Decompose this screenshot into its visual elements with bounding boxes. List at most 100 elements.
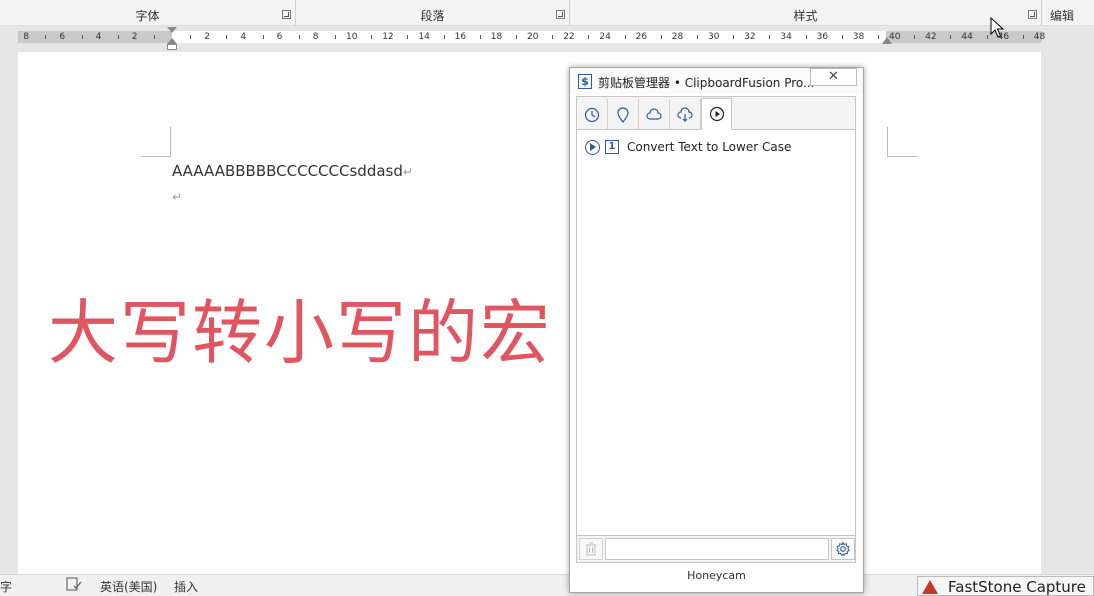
ruler-number: 44 [961, 32, 973, 42]
margin-corner-left [141, 127, 171, 157]
right-indent-marker[interactable] [882, 37, 892, 44]
document-page[interactable]: AAAAABBBBBCCCCCCCsddasd↵ ↵ 大写转小写的宏 [18, 52, 1041, 574]
play-icon [709, 106, 724, 122]
ruler-number: 16 [454, 32, 467, 42]
ruler-tick [479, 35, 481, 39]
ribbon-group-font-label: 字体 [135, 9, 160, 23]
tab-cloud-sync[interactable] [670, 99, 701, 130]
ribbon-group-styles-label: 样式 [793, 9, 818, 23]
ruler-number: 48 [1033, 32, 1046, 42]
cf-tab-bar [577, 97, 855, 130]
paragraph-dialog-launcher-icon[interactable] [556, 10, 565, 19]
first-line-indent-marker[interactable] [167, 27, 177, 33]
ruler-number: 26 [635, 32, 648, 42]
clipboardfusion-logo-icon: $ [578, 74, 592, 89]
tab-cloud[interactable] [639, 99, 670, 130]
ribbon-group-font: 字体 [0, 0, 296, 26]
ribbon-group-paragraph: 段落 [296, 0, 570, 26]
styles-dialog-launcher-icon[interactable] [1028, 10, 1037, 19]
ruler-tick [986, 35, 988, 39]
cf-window-title: 剪贴板管理器 • ClipboardFusion Pro... [598, 76, 815, 90]
ribbon-group-editing[interactable]: 编辑 [1042, 0, 1094, 26]
ruler-tick [841, 35, 843, 39]
ruler-tick [877, 35, 879, 39]
left-indent-marker[interactable] [167, 44, 177, 50]
tab-history[interactable] [577, 99, 608, 130]
trash-icon [586, 542, 596, 556]
ruler-tick [298, 35, 300, 39]
run-macro-icon[interactable] [585, 139, 600, 155]
cf-search-input[interactable] [605, 538, 829, 560]
ruler-number: 6 [276, 32, 283, 42]
macro-list-item[interactable]: 1 Convert Text to Lower Case [585, 138, 791, 156]
ruler-number: 20 [527, 32, 539, 42]
ruler-tick [696, 35, 698, 39]
ruler-number: 22 [563, 32, 575, 42]
ruler-tick [81, 35, 83, 39]
document-line-2[interactable]: ↵ [172, 187, 182, 205]
ribbon-group-paragraph-label: 段落 [420, 9, 445, 23]
ruler-tick [950, 35, 952, 39]
cloud-sync-icon [677, 106, 693, 122]
ruler-tick [660, 35, 662, 39]
ruler-tick [515, 35, 517, 39]
ruler-number: 10 [346, 32, 358, 42]
macro-label: Convert Text to Lower Case [627, 140, 792, 154]
ruler-number: 2 [204, 32, 210, 42]
proofing-icon[interactable] [66, 577, 82, 595]
ruler-number: 24 [599, 32, 611, 42]
ruler-number: 30 [708, 32, 720, 42]
close-button[interactable]: ✕ [810, 68, 857, 86]
ruler-number: 4 [240, 32, 247, 42]
ruler-tick [334, 35, 336, 39]
paragraph-mark: ↵ [402, 165, 413, 179]
font-dialog-launcher-icon[interactable] [282, 10, 291, 19]
faststone-logo-icon [922, 580, 938, 594]
macro-number-badge: 1 [605, 140, 619, 154]
horizontal-ruler[interactable]: 8 6 4 2 2 4 6 8 10 12 14 16 18 20 22 24 26 28 30 32 34 36 38 40… [0, 27, 1094, 47]
ruler-number: 14 [418, 32, 430, 42]
clock-icon [584, 107, 600, 122]
ruler-tick [117, 35, 119, 39]
cf-footer-label: Honeycam [687, 569, 746, 582]
ruler-tick [805, 35, 807, 39]
status-language[interactable]: 英语(美国) [100, 578, 157, 595]
ruler-number: 8 [312, 32, 319, 42]
ruler-tick [262, 35, 264, 39]
ruler-number: 36 [816, 32, 829, 42]
clipboardfusion-window[interactable]: $ 剪贴板管理器 • ClipboardFusion Pro... ✕ 1 Co… [569, 67, 864, 593]
faststone-capture-badge[interactable]: FastStone Capture [917, 576, 1094, 596]
ribbon-group-bar: 字体 段落 样式 编辑 [0, 0, 1094, 26]
ruler-number: 4 [95, 32, 102, 42]
ruler-tick [733, 35, 735, 39]
ruler-tick [153, 35, 155, 39]
ruler-tick [914, 35, 916, 39]
ruler-tick [371, 35, 373, 39]
mouse-cursor-icon [990, 17, 1005, 38]
tab-macros[interactable] [701, 98, 732, 130]
document-line-1-text: AAAAABBBBBCCCCCCCsddasd [172, 162, 403, 180]
ruler-tick [190, 35, 192, 39]
cf-bottom-toolbar [576, 535, 856, 563]
ruler-number: 34 [780, 32, 792, 42]
ruler-number: 42 [925, 32, 937, 42]
pin-icon [617, 106, 629, 123]
ruler-number: 2 [131, 32, 138, 42]
ruler-tick [45, 35, 47, 39]
cloud-icon [646, 107, 662, 120]
ruler-tick [1022, 35, 1024, 39]
ruler-tick [552, 35, 554, 39]
document-line-1[interactable]: AAAAABBBBBCCCCCCCsddasd↵ [172, 162, 413, 180]
ruler-tick [226, 35, 228, 39]
delete-button[interactable] [579, 538, 603, 560]
cf-title-bar[interactable]: $ 剪贴板管理器 • ClipboardFusion Pro... ✕ [570, 68, 863, 94]
settings-button[interactable] [831, 538, 855, 560]
ruler-number: 32 [744, 32, 756, 42]
faststone-label: FastStone Capture [948, 578, 1086, 596]
tab-pinned[interactable] [608, 99, 639, 130]
overlay-caption: 大写转小写的宏 [48, 292, 552, 374]
ruler-tick [443, 35, 445, 39]
paragraph-mark: ↵ [172, 190, 183, 204]
status-insert-mode[interactable]: 插入 [174, 578, 198, 595]
status-word-count[interactable]: 字 [0, 578, 12, 595]
